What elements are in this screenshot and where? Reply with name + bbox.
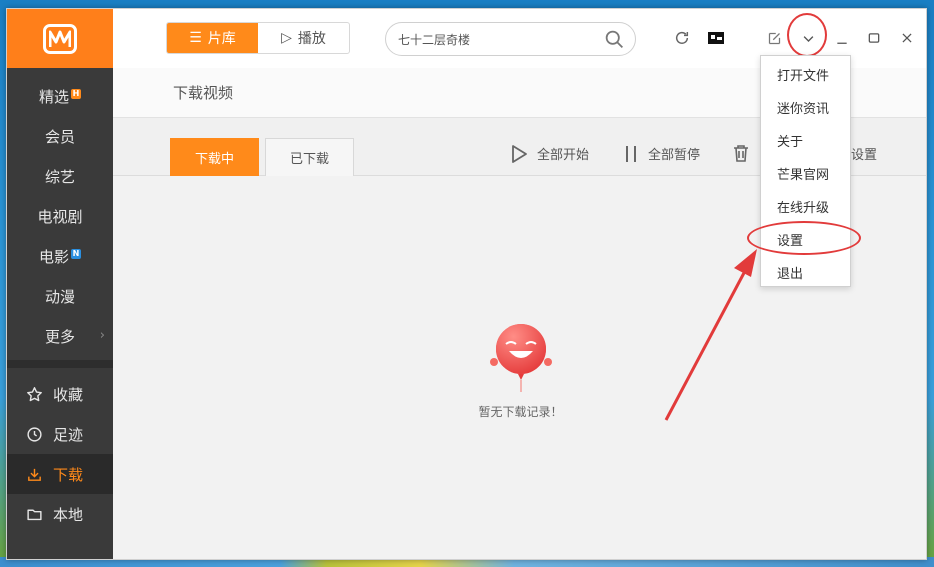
menu-item-update[interactable]: 在线升级 [761,190,850,223]
tab-label: 已下载 [289,152,329,167]
user-skin-icon[interactable] [707,29,725,47]
page-title: 下载视频 [173,84,234,102]
sidebar-item-variety[interactable]: 综艺 [7,156,113,196]
sidebar-item-favorites[interactable]: 收藏 [7,374,113,414]
settings-label: 设置 [851,148,878,163]
sidebar-item-label: 下载 [53,465,84,484]
maximize-icon[interactable] [865,29,883,47]
start-all-button[interactable]: 全部开始 [511,144,589,163]
sidebar-nav: 精选 H 会员 综艺 电视剧 电影 N 动漫 更多 › [7,68,113,356]
menu-item-exit[interactable]: 退出 [761,256,850,289]
clock-icon [25,425,43,443]
search-box [385,22,636,56]
library-button[interactable]: ☰ 片库 [167,23,258,53]
download-icon [25,465,43,483]
sidebar-item-local[interactable]: 本地 [7,494,113,534]
play-icon: ▷ [281,30,292,46]
folder-icon [25,505,43,523]
search-input[interactable] [398,32,598,46]
sidebar-item-label: 本地 [53,505,84,524]
close-icon[interactable] [898,29,916,47]
delete-button[interactable] [733,144,759,162]
refresh-icon[interactable] [673,29,691,47]
menu-icon: ☰ [189,30,202,46]
sidebar-item-anime[interactable]: 动漫 [7,276,113,316]
sidebar-item-more[interactable]: 更多 › [7,316,113,356]
edit-icon[interactable] [765,29,783,47]
star-icon [25,385,43,403]
sidebar-item-label: 精选 [38,87,69,106]
sidebar-item-vip[interactable]: 会员 [7,116,113,156]
tab-label: 下载中 [194,151,234,167]
annotation-circle-settings [747,221,861,255]
pause-icon [624,145,638,163]
sidebar-divider [7,360,113,368]
sidebar-item-label: 收藏 [53,385,84,404]
play-icon [511,144,527,163]
hot-badge: H [71,89,81,99]
sidebar-item-label: 动漫 [44,287,75,306]
sidebar-item-label: 更多 [44,327,75,346]
sidebar-item-featured[interactable]: 精选 H [7,76,113,116]
menu-item-mini-news[interactable]: 迷你资讯 [761,91,850,124]
trash-icon [733,144,749,162]
pause-all-button[interactable]: 全部暂停 [624,144,700,163]
search-icon[interactable] [604,29,625,54]
play-button[interactable]: ▷ 播放 [258,23,349,53]
empty-message: 暂无下载记录！ [478,405,563,419]
empty-mascot-icon [490,322,552,398]
sidebar-item-tv[interactable]: 电视剧 [7,196,113,236]
menu-item-official-site[interactable]: 芒果官网 [761,157,850,190]
sidebar-item-history[interactable]: 足迹 [7,414,113,454]
sidebar-item-movies[interactable]: 电影 N [7,236,113,276]
tab-downloading[interactable]: 下载中 [170,138,259,176]
tab-downloaded[interactable]: 已下载 [265,138,354,176]
sidebar-personal: 收藏 足迹 下载 本地 [7,374,113,534]
sidebar-item-label: 足迹 [53,425,84,444]
settings-button[interactable]: 设置 [851,144,877,163]
menu-item-about[interactable]: 关于 [761,124,850,157]
pause-all-label: 全部暂停 [648,148,701,163]
sidebar-item-label: 综艺 [44,167,75,186]
sidebar-item-downloads[interactable]: 下载 [7,454,113,494]
sidebar: 精选 H 会员 综艺 电视剧 电影 N 动漫 更多 › 收藏 足迹 下载 本地 [7,9,113,559]
sidebar-item-label: 电视剧 [37,207,83,226]
new-badge: N [71,249,81,259]
start-all-label: 全部开始 [537,148,590,163]
chevron-right-icon: › [99,328,105,343]
annotation-circle-top [787,13,827,57]
mango-logo-icon [43,23,77,54]
logo [7,9,113,68]
library-label: 片库 [207,31,236,47]
sidebar-item-label: 电影 [38,247,69,266]
menu-item-open-file[interactable]: 打开文件 [761,58,850,91]
library-player-switch: ☰ 片库 ▷ 播放 [166,22,350,54]
minimize-icon[interactable] [833,29,851,47]
play-label: 播放 [297,31,326,47]
app-window: 精选 H 会员 综艺 电视剧 电影 N 动漫 更多 › 收藏 足迹 下载 本地 … [6,8,927,560]
sidebar-item-label: 会员 [44,127,75,146]
